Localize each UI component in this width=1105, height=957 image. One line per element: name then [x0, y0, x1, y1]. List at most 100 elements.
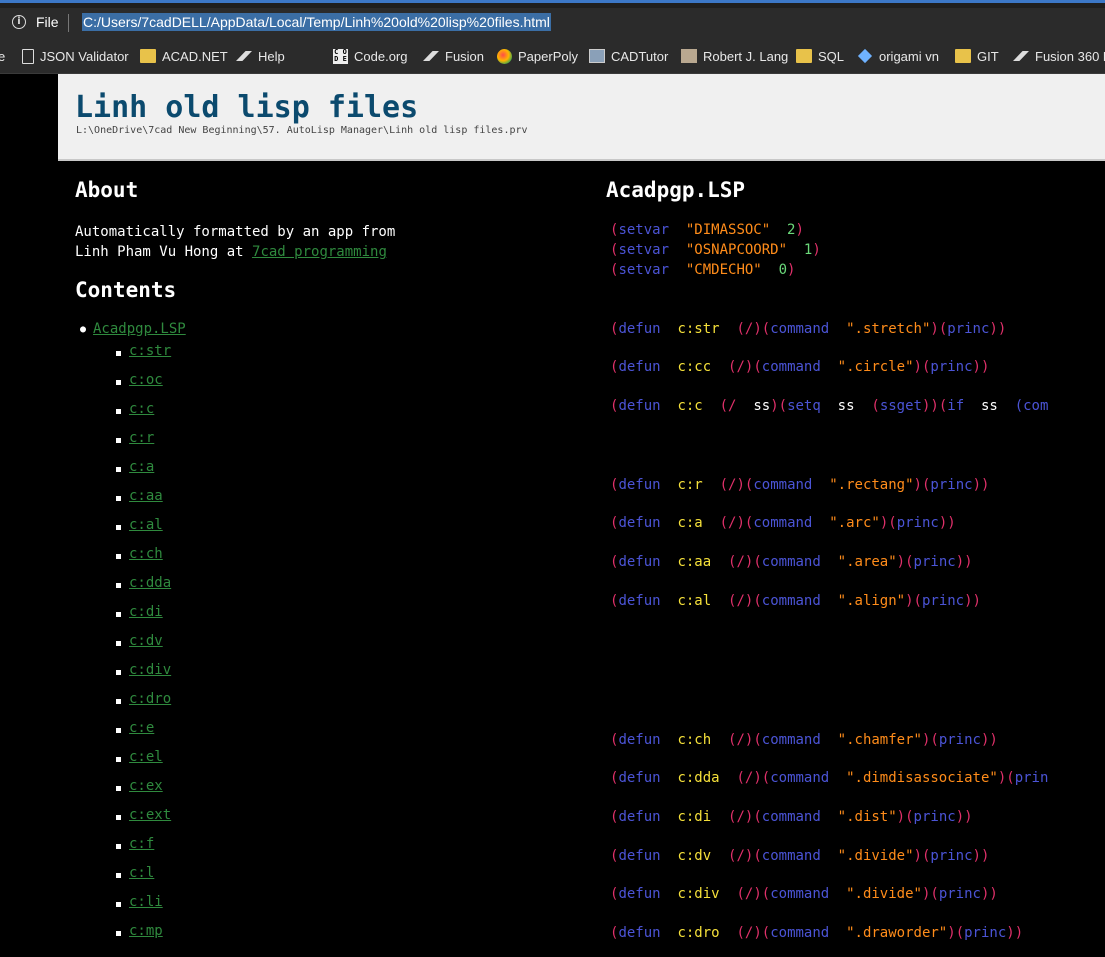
keyword: princ	[938, 886, 981, 902]
info-icon[interactable]: i	[12, 15, 26, 29]
toc-item-link[interactable]: c:f	[129, 836, 154, 852]
toc-item-link[interactable]: c:dv	[129, 633, 163, 649]
bookmark-paperpoly[interactable]: PaperPoly	[497, 47, 578, 65]
keyword: princ	[964, 925, 1007, 941]
string-literal: ".circle"	[837, 359, 914, 375]
toc-item-link[interactable]: c:aa	[129, 488, 163, 504]
7cad-programming-link[interactable]: 7cad programming	[252, 244, 387, 260]
paren: ))	[1006, 925, 1024, 941]
toc-item-link[interactable]: c:ext	[129, 807, 171, 823]
keyword: (com	[1014, 398, 1049, 414]
bullet-square-icon	[116, 525, 121, 530]
bookmark-cadtutor[interactable]: CADTutor	[589, 47, 668, 65]
toc-item-link[interactable]: c:div	[129, 662, 171, 678]
keyword: command	[761, 809, 821, 825]
keyword: defun	[618, 554, 661, 570]
toc-item-link[interactable]: c:di	[129, 604, 163, 620]
bullet-square-icon	[116, 554, 121, 559]
paren: /	[736, 359, 745, 375]
paren: (	[913, 593, 922, 609]
toc-item-link[interactable]: c:li	[129, 894, 163, 910]
keyword: defun	[618, 809, 661, 825]
bookmark-code-org[interactable]: C OD E Code.org	[333, 47, 407, 65]
toc-item-link[interactable]: c:oc	[129, 372, 163, 388]
paren: )	[787, 262, 796, 278]
bookmark-label: GIT	[977, 48, 999, 64]
toc-item-link[interactable]: c:dda	[129, 575, 171, 591]
address-bar[interactable]: i File C:/Users/7cadDELL/AppData/Local/T…	[0, 8, 1105, 38]
paren: )	[913, 359, 922, 375]
toc-item-link[interactable]: c:dro	[129, 691, 171, 707]
toc-file-link[interactable]: Acadpgp.LSP	[93, 321, 186, 337]
bullet-square-icon	[116, 438, 121, 443]
bookmark-label: ACAD.NET	[162, 48, 228, 64]
file-path: L:\OneDrive\7cad New Beginning\57. AutoL…	[76, 125, 528, 136]
code-line: (defun c:div (/)(command ".divide")(prin…	[610, 886, 998, 902]
toc-item-link[interactable]: c:r	[129, 430, 154, 446]
page-icon	[22, 48, 34, 64]
url-input[interactable]: C:/Users/7cadDELL/AppData/Local/Temp/Lin…	[82, 13, 551, 31]
string-literal: ".divide"	[846, 886, 922, 902]
toc-item-link[interactable]: c:ex	[129, 778, 163, 794]
toc-item-link[interactable]: c:al	[129, 517, 163, 533]
keyword: defun	[618, 848, 661, 864]
paren: )	[947, 925, 956, 941]
paren: ))	[980, 886, 998, 902]
code-line: (defun c:dro (/)(command ".draworder")(p…	[610, 925, 1023, 941]
origami-icon	[857, 48, 873, 64]
function-name: c:r	[677, 477, 703, 493]
keyword: defun	[618, 398, 661, 414]
about-line-1: Automatically formatted by an app from	[75, 224, 396, 240]
toc-item-link[interactable]: c:a	[129, 459, 154, 475]
bookmark-help[interactable]: Help	[236, 47, 285, 65]
paren: (	[761, 886, 771, 902]
keyword: command	[753, 515, 813, 531]
bullet-square-icon	[116, 873, 121, 878]
toc-item-link[interactable]: c:l	[129, 865, 154, 881]
bookmark-robert-lang[interactable]: Robert J. Lang	[681, 47, 788, 65]
paren: (	[719, 515, 729, 531]
keyword: defun	[618, 925, 661, 941]
paren: )	[736, 515, 745, 531]
keyword: defun	[618, 477, 661, 493]
function-name: c:cc	[677, 359, 712, 375]
keyword: command	[761, 359, 821, 375]
toc-item-link[interactable]: c:mp	[129, 923, 163, 939]
bookmark-sql[interactable]: SQL	[796, 47, 844, 65]
paren: /	[736, 809, 745, 825]
string-literal: ".align"	[837, 593, 906, 609]
code-line: (defun c:aa (/)(command ".area")(princ))	[610, 554, 973, 570]
keyword: command	[753, 477, 813, 493]
bookmark-cut-item[interactable]: e	[0, 47, 5, 65]
toc-item-link[interactable]: c:str	[129, 343, 171, 359]
about-line-2-prefix: Linh Pham Vu Hong at	[75, 244, 253, 260]
bookmark-fusion[interactable]: Fusion	[423, 47, 484, 65]
bookmark-fusion-360[interactable]: Fusion 360 H	[1013, 47, 1105, 65]
paren: (	[753, 732, 762, 748]
string-literal: ".arc"	[829, 515, 880, 531]
toc-item-link[interactable]: c:e	[129, 720, 154, 736]
toc-item-link[interactable]: c:c	[129, 401, 154, 417]
toc-item-link[interactable]: c:el	[129, 749, 163, 765]
contents-heading: Contents	[75, 278, 177, 302]
paren: (	[761, 321, 771, 337]
bookmark-json-validator[interactable]: JSON Validator	[22, 47, 129, 65]
function-name: c:a	[677, 515, 703, 531]
toc-item-link[interactable]: c:ch	[129, 546, 163, 562]
paren: (	[888, 515, 897, 531]
bookmark-git[interactable]: GIT	[955, 47, 999, 65]
keyword: command	[770, 321, 830, 337]
bookmark-acad-net[interactable]: ACAD.NET	[140, 47, 228, 65]
bookmark-origami-vn[interactable]: origami vn	[857, 47, 939, 65]
paren: ))	[964, 593, 981, 609]
